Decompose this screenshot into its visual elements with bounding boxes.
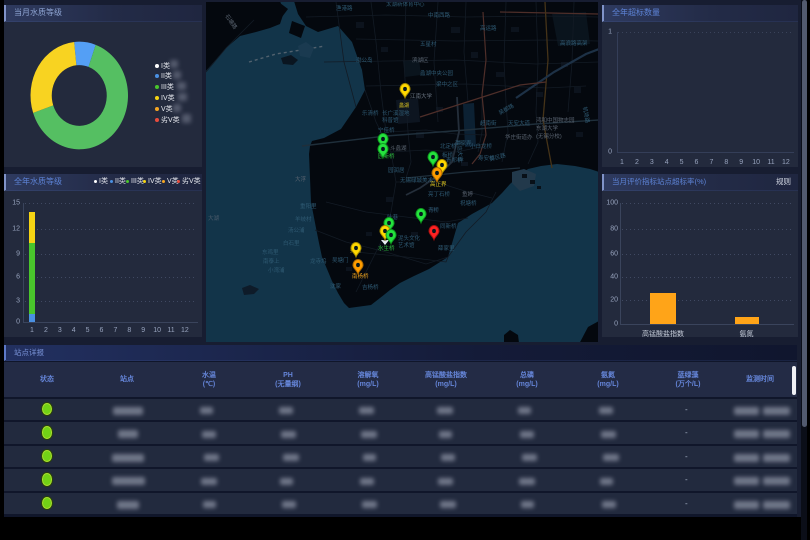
svg-text:斗蠡湖: 斗蠡湖	[390, 144, 407, 152]
svg-text:白石里: 白石里	[283, 239, 300, 247]
svg-text:科普馆: 科普馆	[382, 116, 399, 124]
svg-text:梁中之区: 梁中之区	[436, 80, 459, 88]
svg-text:小白龙桥: 小白龙桥	[470, 142, 493, 150]
svg-text:宁佳桥: 宁佳桥	[378, 126, 395, 134]
svg-text:中南西路: 中南西路	[428, 11, 451, 19]
svg-text:小湾浦: 小湾浦	[268, 266, 285, 274]
svg-text:水生桥: 水生桥	[378, 244, 395, 252]
svg-text:东湖大学: 东湖大学	[536, 124, 559, 132]
svg-text:超南街: 超南街	[480, 119, 497, 127]
svg-text:(无锡分校): (无锡分校)	[536, 132, 562, 140]
svg-text:薛家里: 薛家里	[438, 244, 455, 252]
svg-text:华庄街道办: 华庄街道办	[505, 133, 533, 141]
svg-text:滨湖区: 滨湖区	[412, 56, 429, 64]
svg-text:高浪路高架: 高浪路高架	[560, 39, 588, 47]
svg-text:南杨桥: 南杨桥	[352, 272, 369, 280]
svg-text:北定桥: 北定桥	[440, 142, 457, 150]
svg-text:长广溪湿地: 长广溪湿地	[382, 109, 410, 117]
svg-text:太湖新体育中心: 太湖新体育中心	[386, 2, 425, 8]
svg-text:渤公岛: 渤公岛	[356, 56, 373, 64]
svg-text:大浮: 大浮	[295, 175, 307, 183]
svg-text:祝塘桥: 祝塘桥	[460, 199, 477, 207]
svg-text:重阳里: 重阳里	[300, 202, 317, 210]
svg-text:鸿和中国物志园: 鸿和中国物志园	[536, 116, 575, 124]
svg-text:江南大学: 江南大学	[410, 92, 433, 100]
svg-text:沈家: 沈家	[330, 282, 342, 290]
svg-text:吉杨桥: 吉杨桥	[362, 283, 379, 291]
svg-text:龙寺坞: 龙寺坞	[310, 257, 327, 265]
svg-text:天安大道: 天安大道	[508, 119, 531, 127]
svg-text:乐清桥: 乐清桥	[362, 109, 379, 117]
svg-text:东鸡里: 东鸡里	[262, 248, 279, 256]
svg-text:青祁桥: 青祁桥	[446, 156, 463, 164]
svg-text:吴塘门: 吴塘门	[332, 256, 349, 264]
svg-text:蠡湖中央公园: 蠡湖中央公园	[420, 69, 454, 77]
svg-text:高运路: 高运路	[480, 24, 497, 32]
svg-text:渔港路: 渔港路	[336, 4, 353, 12]
svg-text:艺术馆: 艺术馆	[398, 241, 415, 249]
svg-text:汤公浦: 汤公浦	[288, 226, 305, 234]
svg-text:蠡湖: 蠡湖	[399, 102, 409, 109]
svg-text:园润居: 园润居	[388, 166, 405, 174]
svg-text:羊岐村: 羊岐村	[295, 215, 312, 223]
svg-text:南泰上: 南泰上	[263, 257, 280, 265]
svg-text:鱼婷: 鱼婷	[462, 190, 474, 198]
svg-text:大湖: 大湖	[208, 214, 220, 222]
svg-text:亮丁石桥: 亮丁石桥	[428, 190, 451, 198]
svg-text:泥头文化: 泥头文化	[398, 234, 421, 242]
svg-text:五星村: 五星村	[420, 40, 437, 48]
svg-text:青桥: 青桥	[428, 206, 440, 214]
svg-text:同新桥: 同新桥	[440, 222, 457, 230]
